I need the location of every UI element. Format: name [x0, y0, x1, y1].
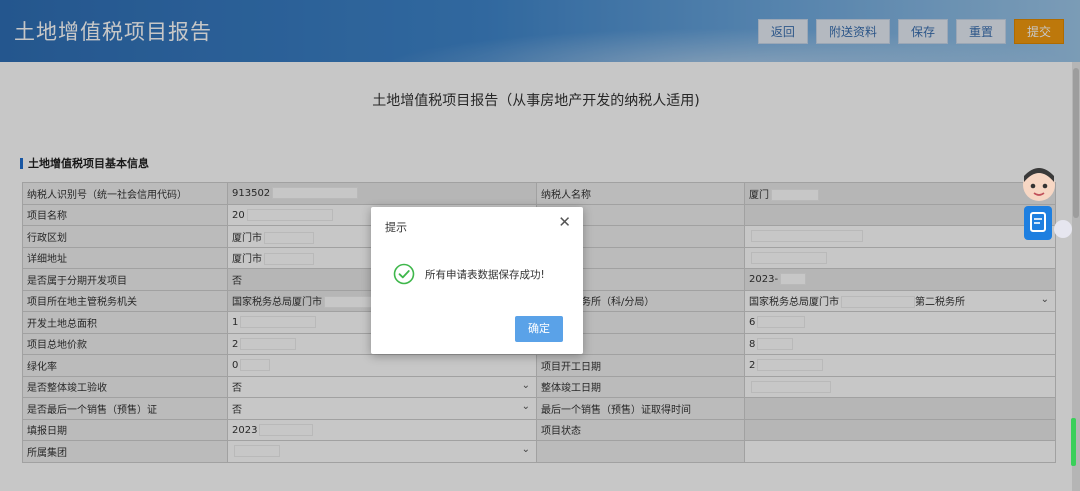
side-tool-button[interactable] [1024, 206, 1052, 240]
check-circle-icon [393, 263, 415, 285]
save-success-dialog: 提示 ✕ 所有申请表数据保存成功! 确定 [371, 207, 583, 354]
ok-button[interactable]: 确定 [515, 316, 563, 342]
dialog-message: 所有申请表数据保存成功! [425, 268, 545, 281]
side-tool-secondary-button[interactable] [1054, 220, 1072, 238]
dialog-body: 所有申请表数据保存成功! [393, 263, 545, 285]
assistant-avatar-icon[interactable] [1020, 166, 1058, 204]
dialog-title: 提示 [385, 221, 407, 234]
close-icon[interactable]: ✕ [558, 215, 571, 230]
document-icon [1030, 212, 1046, 232]
scroll-indicator [1071, 418, 1076, 466]
